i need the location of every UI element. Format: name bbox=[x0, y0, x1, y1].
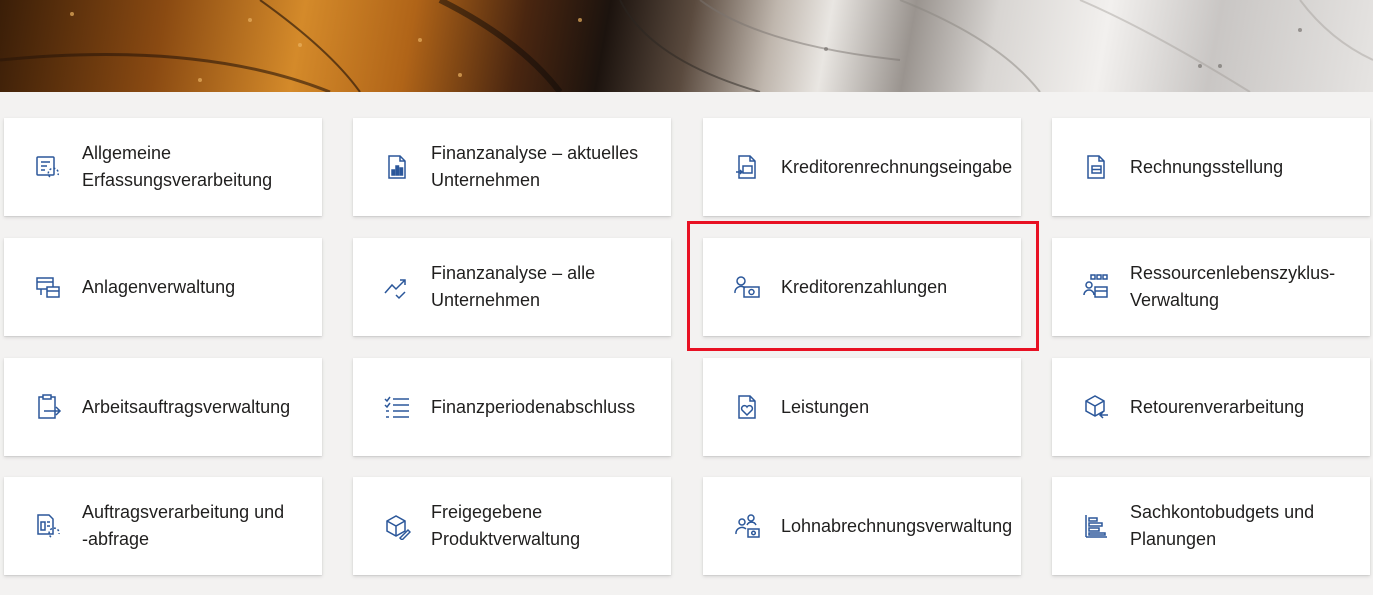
tile-label: Kreditorenzahlungen bbox=[781, 276, 948, 297]
report-chart-icon bbox=[388, 155, 406, 179]
tile-label: Finanzperiodenabschluss bbox=[431, 396, 636, 417]
resource-lifecycle-icon bbox=[1083, 274, 1108, 298]
tile-finanzperiodenabschluss[interactable]: Finanzperiodenabschluss bbox=[353, 358, 671, 456]
tile-label: Finanzanalyse – alle Unternehmen bbox=[431, 263, 596, 310]
checklist-icon bbox=[384, 396, 409, 418]
vendor-payment-icon bbox=[734, 276, 760, 298]
tile-label: Arbeitsauftragsverwaltung bbox=[82, 396, 291, 417]
tile-label: Auftragsverarbeitung und -abfrage bbox=[82, 502, 285, 549]
return-box-icon bbox=[1085, 395, 1108, 419]
tile-label: Rechnungsstellung bbox=[1130, 156, 1284, 177]
tile-rechnungsstellung[interactable]: Rechnungsstellung bbox=[1052, 118, 1370, 216]
benefits-heart-icon bbox=[738, 395, 756, 419]
tile-arbeitsauftragsverwaltung[interactable]: Arbeitsauftragsverwaltung bbox=[4, 358, 322, 456]
trend-check-icon bbox=[384, 279, 406, 300]
tile-label: Retourenverarbeitung bbox=[1130, 396, 1305, 417]
tile-label: Lohnabrechnungsverwaltung bbox=[781, 515, 1013, 536]
product-box-icon bbox=[386, 515, 411, 540]
asset-management-icon bbox=[36, 277, 60, 298]
tile-retourenverarbeitung[interactable]: Retourenverarbeitung bbox=[1052, 358, 1370, 456]
tile-kreditorenrechnungseingabe[interactable]: Kreditorenrechnungseingabe bbox=[703, 118, 1021, 216]
invoice-entry-icon bbox=[736, 155, 756, 179]
budget-bars-icon bbox=[1085, 515, 1107, 538]
tile-label: Kreditorenrechnungseingabe bbox=[781, 156, 1013, 177]
banner-image bbox=[0, 0, 1373, 92]
invoice-icon bbox=[1087, 155, 1105, 179]
tile-finanzanalyse-alle-unternehmen[interactable]: Finanzanalyse – alle Unternehmen bbox=[353, 238, 671, 336]
tile-lohnabrechnungsverwaltung[interactable]: Lohnabrechnungsverwaltung bbox=[703, 477, 1021, 575]
tile-finanzanalyse-aktuelles-unternehmen[interactable]: Finanzanalyse – aktuelles Unternehmen bbox=[353, 118, 671, 216]
banner-art bbox=[0, 0, 1373, 92]
clipboard-arrow-icon bbox=[38, 394, 62, 419]
tile-ressourcenlebenszyklus-verwaltung[interactable]: Ressourcenlebenszyklus- Verwaltung bbox=[1052, 238, 1370, 336]
tile-leistungen[interactable]: Leistungen bbox=[703, 358, 1021, 456]
tile-auftragsverarbeitung-und-abfrage[interactable]: Auftragsverarbeitung und -abfrage bbox=[4, 477, 322, 575]
tile-label: Freigegebene Produktverwaltung bbox=[431, 502, 581, 549]
tile-anlagenverwaltung[interactable]: Anlagenverwaltung bbox=[4, 238, 322, 336]
order-sync-icon bbox=[37, 514, 60, 538]
tile-sachkontobudgets-und-planungen[interactable]: Sachkontobudgets und Planungen bbox=[1052, 477, 1370, 575]
tile-label: Leistungen bbox=[781, 396, 870, 417]
journal-sync-icon bbox=[36, 156, 60, 178]
tile-label: Ressourcenlebenszyklus- Verwaltung bbox=[1130, 263, 1336, 310]
tile-allgemeine-erfassungsverarbeitung[interactable]: Allgemeine Erfassungsverarbeitung bbox=[4, 118, 322, 216]
tile-freigegebene-produktverwaltung[interactable]: Freigegebene Produktverwaltung bbox=[353, 477, 671, 575]
tile-label: Finanzanalyse – aktuelles Unternehmen bbox=[431, 143, 639, 190]
payroll-people-icon bbox=[735, 514, 760, 538]
tile-label: Allgemeine Erfassungsverarbeitung bbox=[82, 143, 273, 190]
tile-kreditorenzahlungen[interactable]: Kreditorenzahlungen bbox=[703, 238, 1021, 336]
tile-label: Anlagenverwaltung bbox=[82, 276, 236, 297]
tile-label: Sachkontobudgets und Planungen bbox=[1130, 502, 1315, 549]
